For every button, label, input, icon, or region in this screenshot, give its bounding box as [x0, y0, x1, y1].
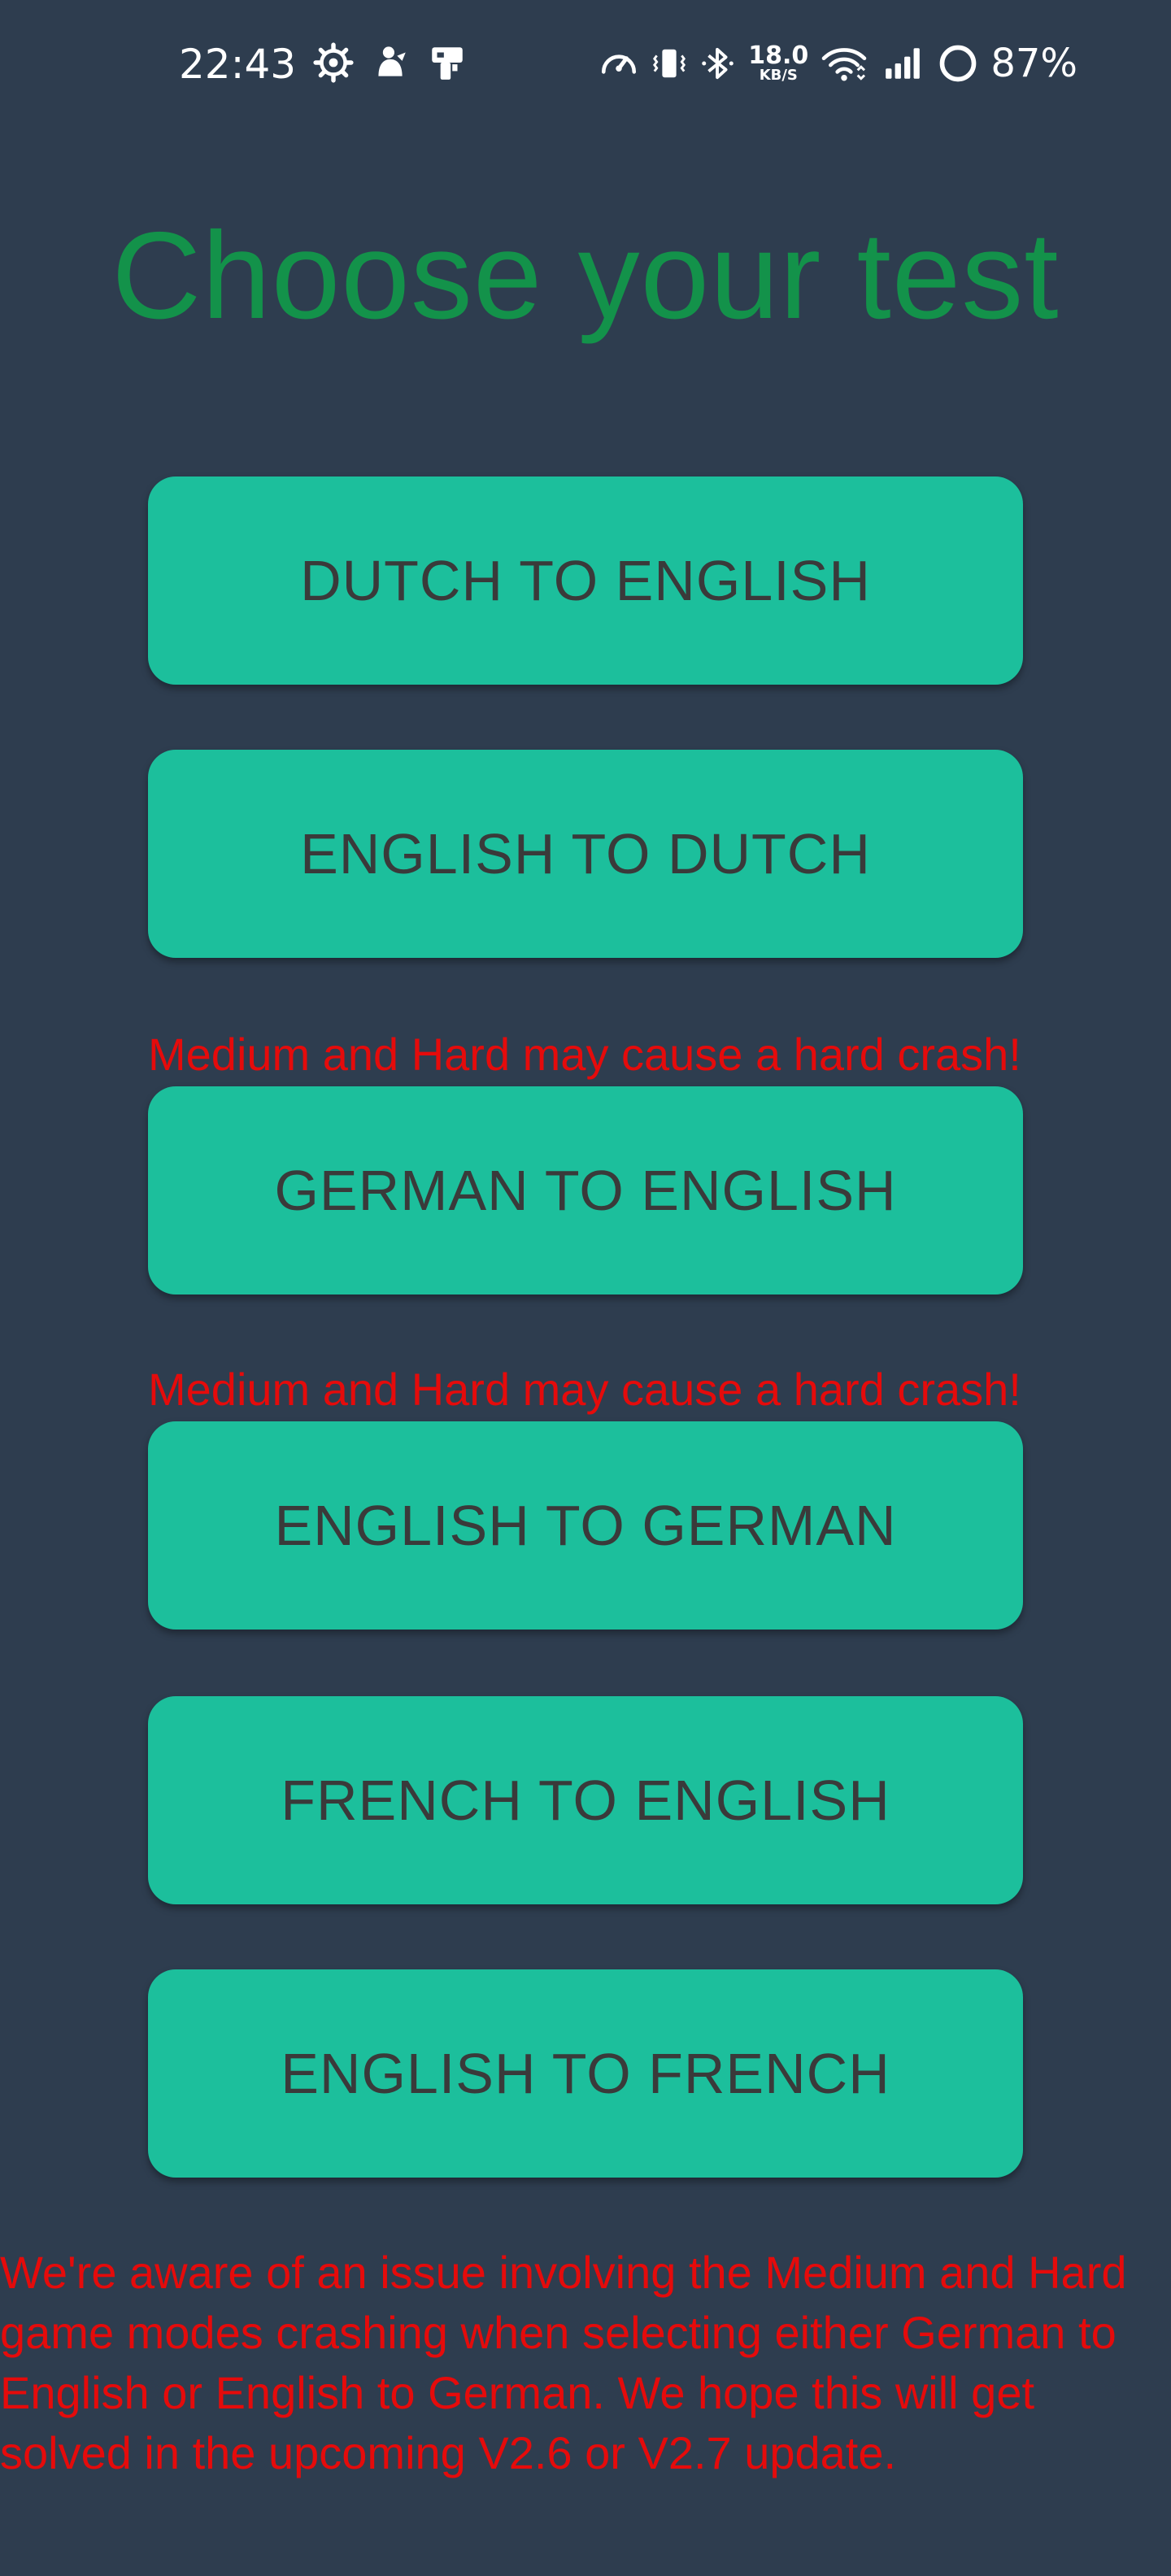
english-to-dutch-button[interactable]: ENGLISH TO DUTCH: [148, 750, 1023, 958]
status-left-icons: [313, 42, 468, 83]
speedometer-icon: [599, 43, 639, 84]
battery-percent: 87%: [990, 41, 1077, 86]
english-to-german-button[interactable]: ENGLISH TO GERMAN: [148, 1421, 1023, 1630]
page-title: Choose your test: [111, 207, 1060, 345]
wifi-icon: [820, 43, 868, 84]
crash-notice: We're aware of an issue involving the Me…: [0, 2247, 1127, 2478]
net-speed-indicator: 18.0 KB/S: [748, 44, 808, 83]
battery-ring-icon: [937, 42, 979, 85]
english-to-german-warning: Medium and Hard may cause a hard crash!: [148, 1364, 1021, 1415]
net-speed-value: 18.0: [748, 41, 809, 70]
bluetooth-icon: [699, 43, 737, 84]
vibrate-icon: [651, 43, 688, 84]
status-time: 22:43: [179, 41, 297, 88]
german-to-english-button[interactable]: GERMAN TO ENGLISH: [148, 1086, 1023, 1295]
net-speed-unit: KB/S: [759, 67, 798, 84]
english-to-french-button[interactable]: ENGLISH TO FRENCH: [148, 1969, 1023, 2178]
cellular-signal-icon: [880, 43, 925, 84]
french-to-english-button[interactable]: FRENCH TO ENGLISH: [148, 1696, 1023, 1904]
status-right-icons: 18.0 KB/S 87%: [599, 41, 1077, 86]
status-bar: 22:43 18.0 KB/S 87%: [0, 0, 1171, 130]
app-notification-icon: [370, 42, 411, 83]
device-notification-icon: [427, 42, 468, 83]
german-to-english-warning: Medium and Hard may cause a hard crash!: [148, 1029, 1021, 1080]
settings-gear-icon: [313, 42, 354, 83]
dutch-to-english-button[interactable]: DUTCH TO ENGLISH: [148, 476, 1023, 685]
